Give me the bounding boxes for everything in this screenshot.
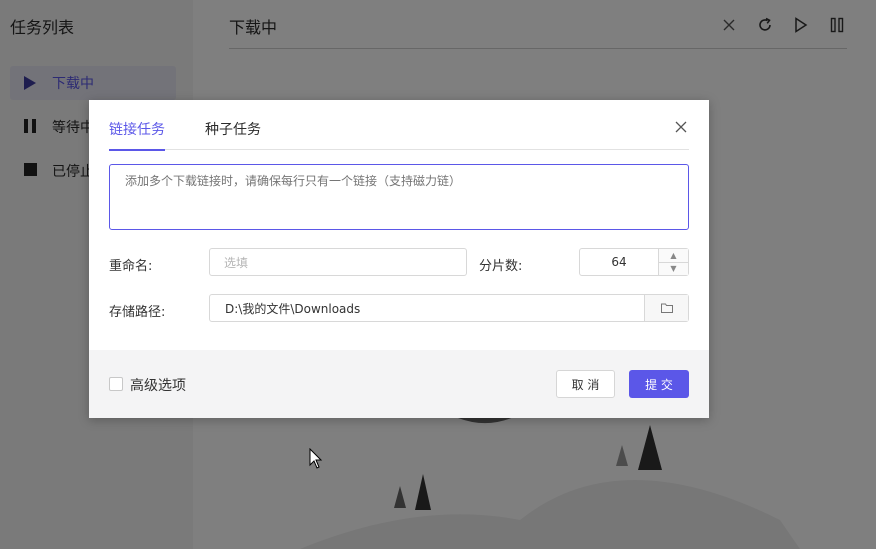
links-input[interactable] bbox=[109, 164, 689, 230]
rename-label: 重命名: bbox=[109, 259, 153, 274]
split-count-stepper[interactable]: 64 ▲ ▼ bbox=[579, 248, 689, 276]
close-icon[interactable] bbox=[673, 120, 689, 136]
advanced-options-checkbox[interactable] bbox=[109, 377, 123, 391]
path-value[interactable]: D:\我的文件\Downloads bbox=[210, 295, 645, 321]
advanced-options-label[interactable]: 高级选项 bbox=[130, 375, 186, 395]
split-count-value[interactable]: 64 bbox=[580, 249, 659, 275]
folder-icon[interactable] bbox=[645, 295, 688, 321]
path-field[interactable]: D:\我的文件\Downloads bbox=[209, 294, 689, 322]
split-label: 分片数: bbox=[479, 259, 523, 274]
tab-torrent-task[interactable]: 种子任务 bbox=[205, 120, 261, 150]
submit-button[interactable]: 提 交 bbox=[629, 370, 689, 398]
add-task-dialog: 链接任务 种子任务 重命名: 选填 分片数: 64 ▲ ▼ 存储路径: D:\我… bbox=[89, 100, 709, 418]
cancel-button[interactable]: 取 消 bbox=[556, 370, 615, 398]
rename-input[interactable]: 选填 bbox=[209, 248, 467, 276]
dialog-footer: 高级选项 取 消 提 交 bbox=[89, 350, 709, 418]
chevron-down-icon[interactable]: ▼ bbox=[659, 262, 688, 275]
tab-link-task[interactable]: 链接任务 bbox=[109, 120, 165, 151]
rename-placeholder: 选填 bbox=[224, 255, 249, 270]
chevron-up-icon[interactable]: ▲ bbox=[659, 249, 688, 263]
dialog-tabs: 链接任务 种子任务 bbox=[109, 120, 689, 151]
path-label: 存储路径: bbox=[109, 305, 166, 320]
mouse-cursor-icon bbox=[309, 448, 323, 469]
